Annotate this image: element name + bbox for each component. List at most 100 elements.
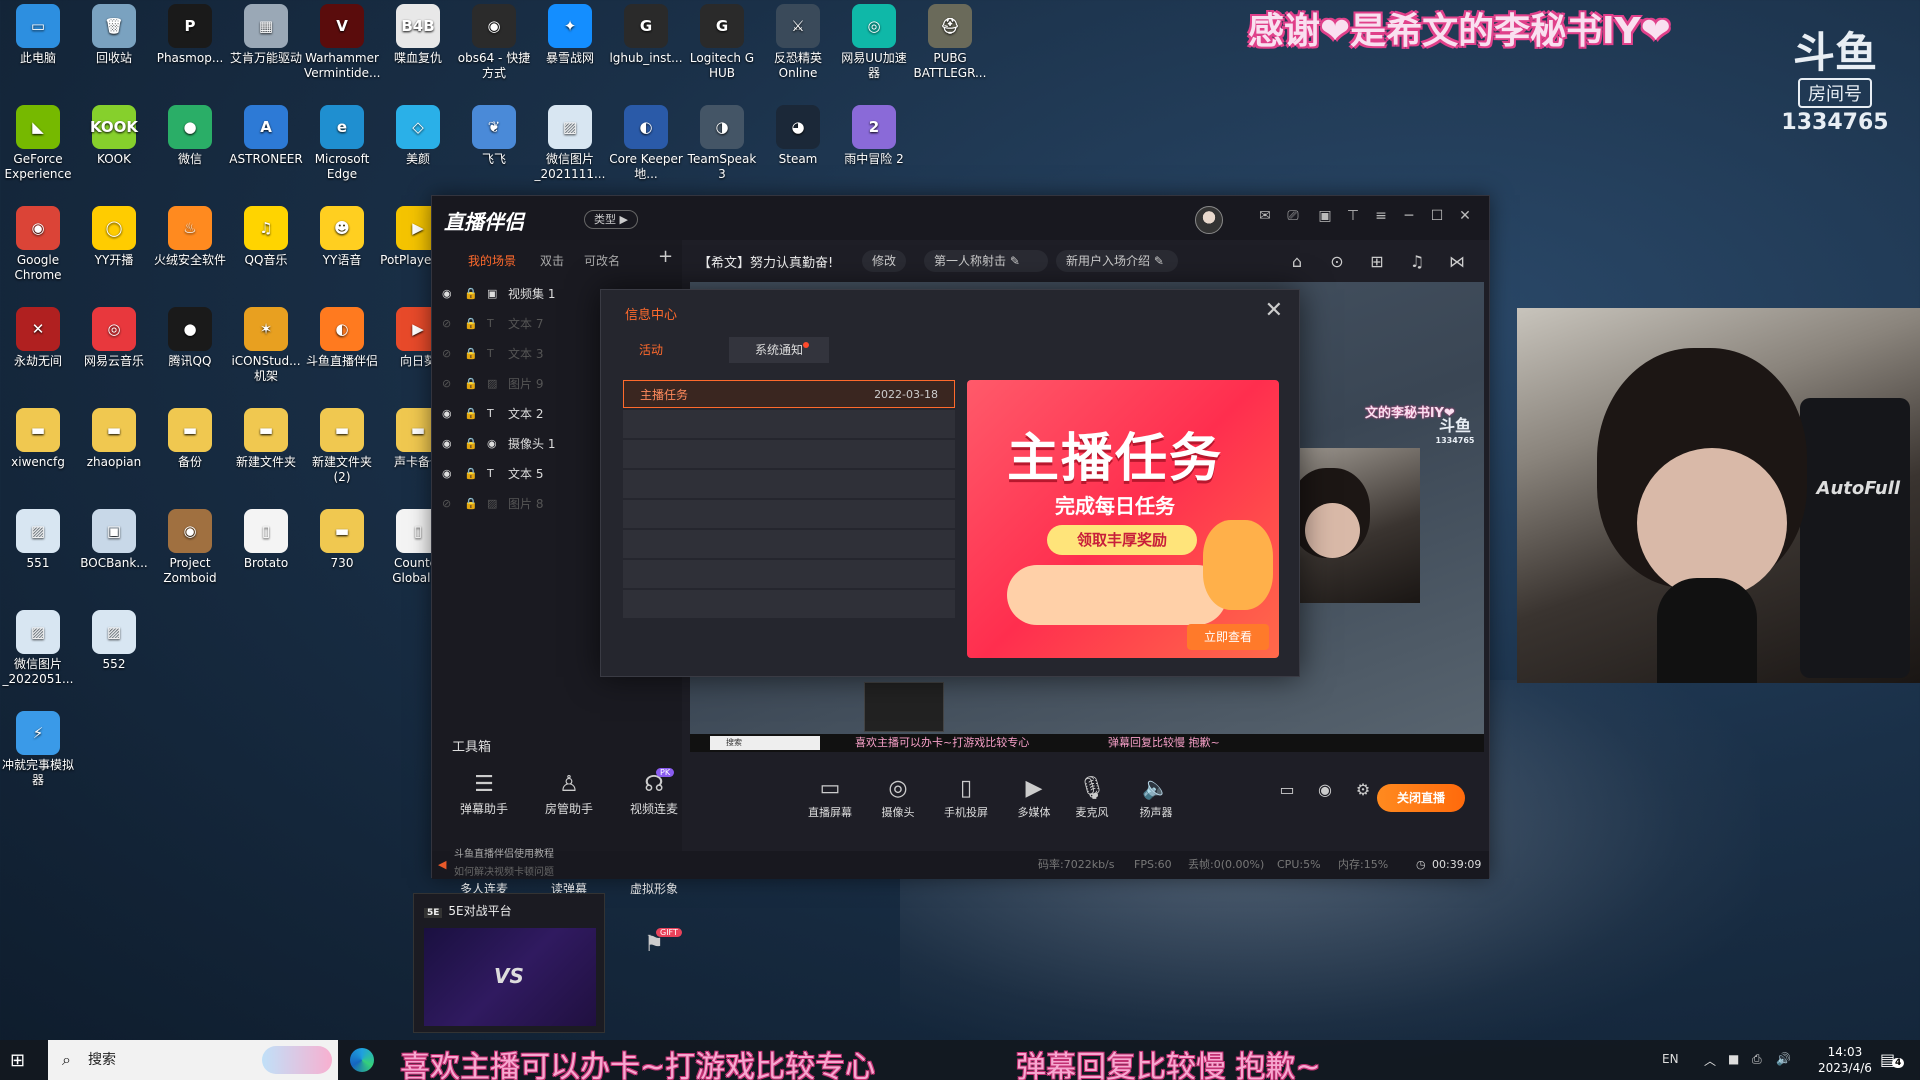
desktop-icon[interactable]: ▨ 551	[0, 505, 76, 571]
desktop-icon[interactable]: ⛑ PUBG BATTLEGR...	[912, 0, 988, 81]
taskbar-search[interactable]: ⌕ 搜索	[48, 1040, 338, 1080]
desktop-icon[interactable]: ◎ 网易UU加速器	[836, 0, 912, 81]
desktop-icon[interactable]: ◯ YY开播	[76, 202, 152, 268]
desktop-icon[interactable]: ♫ QQ音乐	[228, 202, 304, 268]
window-control-icon[interactable]: ≡	[1370, 208, 1392, 224]
control-icon[interactable]: ⚙	[1352, 780, 1374, 799]
lock-icon[interactable]: 🔒	[464, 340, 478, 368]
desktop-icon[interactable]: ⚡ 冲就完事模拟器	[0, 707, 76, 788]
desktop-icon[interactable]: ◑ TeamSpeak 3	[684, 101, 760, 182]
eye-off-icon[interactable]: ⊘	[442, 370, 451, 398]
lock-icon[interactable]: 🔒	[464, 310, 478, 338]
desktop-icon[interactable]: ✕ 永劫无间	[0, 303, 76, 369]
add-scene-button[interactable]: +	[658, 246, 673, 267]
tab-double-click[interactable]: 双击	[540, 252, 564, 269]
desktop-icon[interactable]: ● 微信	[152, 101, 228, 167]
tray-icon[interactable]: ︿	[1704, 1052, 1716, 1069]
edge-taskbar-icon[interactable]	[350, 1048, 374, 1072]
desktop-icon[interactable]: KOOK KOOK	[76, 101, 152, 167]
window-control-icon[interactable]: ✕	[1454, 208, 1476, 224]
toolbar-icon[interactable]: ♫	[1406, 252, 1428, 271]
intro-pill[interactable]: 新用户入场介绍 ✎	[1056, 250, 1178, 272]
message-item[interactable]	[623, 500, 955, 528]
lock-icon[interactable]: 🔒	[464, 460, 478, 488]
message-item[interactable]	[623, 440, 955, 468]
desktop-icon[interactable]: ♨ 火绒安全软件	[152, 202, 228, 268]
desktop-icon[interactable]: B4B 喋血复仇	[380, 0, 456, 66]
taskbar-preview-popup[interactable]: 5E 5E对战平台 VS	[413, 893, 605, 1033]
desktop-icon[interactable]: ✶ iCONStud... 机架	[228, 303, 304, 384]
toolbox-tool[interactable]: ☰ 弹幕助手	[444, 770, 524, 817]
desktop-icon[interactable]: ❦ 飞飞	[456, 101, 532, 167]
desktop-icon[interactable]: ◉ Project Zomboid	[152, 505, 228, 586]
window-control-icon[interactable]: ⊤	[1342, 208, 1364, 224]
source-button[interactable]: ▯ 手机投屏	[936, 774, 996, 820]
desktop-icon[interactable]: ▯ Brotato	[228, 505, 304, 571]
toolbar-icon[interactable]: ⋈	[1446, 252, 1468, 271]
desktop-icon[interactable]: ☻ YY语音	[304, 202, 380, 268]
desktop-icon[interactable]: ▨ 微信图片_2022051...	[0, 606, 76, 687]
desktop-icon[interactable]: ▨ 微信图片_2021111...	[532, 101, 608, 182]
tab-system-notice[interactable]: 系统通知	[729, 337, 829, 363]
desktop-icon[interactable]: e Microsoft Edge	[304, 101, 380, 182]
eye-icon[interactable]: ◉	[442, 460, 452, 488]
desktop-icon[interactable]: ● 腾讯QQ	[152, 303, 228, 369]
language-indicator[interactable]: EN	[1662, 1052, 1679, 1066]
lock-icon[interactable]: 🔒	[464, 490, 478, 518]
toolbox-tool[interactable]: ⚑ GIFT	[614, 928, 694, 960]
eye-icon[interactable]: ◉	[442, 280, 452, 308]
user-avatar[interactable]	[1195, 206, 1223, 234]
desktop-icon[interactable]: G Logitech G HUB	[684, 0, 760, 81]
window-control-icon[interactable]: ✉	[1254, 208, 1276, 224]
message-item[interactable]	[623, 410, 955, 438]
desktop-icon[interactable]: ✦ 暴雪战网	[532, 0, 608, 66]
tab-my-scenes[interactable]: 我的场景	[468, 252, 516, 269]
toolbar-icon[interactable]: ⊞	[1366, 252, 1388, 271]
toolbox-tool[interactable]: ♙ 房管助手	[529, 770, 609, 817]
message-item[interactable]: 主播任务 2022-03-18	[623, 380, 955, 408]
desktop-icon[interactable]: ◐ Core Keeper 地...	[608, 101, 684, 182]
window-control-icon[interactable]: ⎚	[1282, 208, 1304, 224]
desktop-icon[interactable]: ▦ 艾肯万能驱动	[228, 0, 304, 66]
control-icon[interactable]: ▭	[1276, 780, 1298, 799]
stop-live-button[interactable]: 关闭直播	[1377, 784, 1465, 812]
tray-icon[interactable]: 🔊	[1776, 1052, 1791, 1066]
source-button[interactable]: ▶ 多媒体	[1004, 774, 1064, 820]
window-control-icon[interactable]: ☐	[1426, 208, 1448, 224]
edit-title-button[interactable]: 修改	[862, 250, 907, 272]
message-item[interactable]	[623, 530, 955, 558]
tab-activity[interactable]: 活动	[601, 337, 701, 363]
eye-icon[interactable]: ◉	[442, 400, 452, 428]
view-now-button[interactable]: 立即查看	[1187, 624, 1269, 650]
desktop-icon[interactable]: Glghub_inst...	[608, 0, 684, 66]
toolbox-tool[interactable]: ☊ PK 视频连麦	[614, 768, 694, 817]
desktop-icon[interactable]: ▭ 此电脑	[0, 0, 76, 66]
task-banner[interactable]: 主播任务 完成每日任务 领取丰厚奖励 立即查看	[967, 380, 1279, 658]
desktop-icon[interactable]: ◉ obs64 - 快捷方式	[456, 0, 532, 81]
desktop-icon[interactable]: ▬ 新建文件夹 (2)	[304, 404, 380, 485]
source-button[interactable]: 🔈 扬声器	[1126, 774, 1186, 820]
app-titlebar[interactable]: 直播伴侣 类型 ▶ ✉ ⎚ ▣ ⊤ ≡ ─ ☐ ✕	[432, 196, 1489, 240]
desktop-icon[interactable]: ◐ 斗鱼直播伴侣	[304, 303, 380, 369]
lock-icon[interactable]: 🔒	[464, 280, 478, 308]
eye-off-icon[interactable]: ⊘	[442, 490, 451, 518]
message-item[interactable]	[623, 590, 955, 618]
notification-icon[interactable]: ▤ 4	[1880, 1050, 1905, 1069]
eye-icon[interactable]: ◉	[442, 430, 452, 458]
desktop-icon[interactable]: ▬ 备份	[152, 404, 228, 470]
tab-rename[interactable]: 可改名	[584, 252, 620, 269]
desktop-icon[interactable]: ▨ 552	[76, 606, 152, 672]
window-control-icon[interactable]: ▣	[1314, 208, 1336, 224]
desktop-icon[interactable]: ▬ 新建文件夹	[228, 404, 304, 470]
lock-icon[interactable]: 🔒	[464, 370, 478, 398]
desktop-icon[interactable]: V Warhammer Vermintide...	[304, 0, 381, 81]
eye-off-icon[interactable]: ⊘	[442, 310, 451, 338]
tray-icon[interactable]: ■	[1728, 1052, 1739, 1066]
control-icon[interactable]: ◉	[1314, 780, 1336, 799]
close-icon[interactable]: ✕	[1265, 298, 1283, 323]
desktop-icon[interactable]: A ASTRONEER	[228, 101, 304, 167]
desktop-icon[interactable]: ◇ 美颜	[380, 101, 456, 167]
category-pill[interactable]: 第一人称射击 ✎	[924, 250, 1048, 272]
tray-icon[interactable]: ⎙	[1752, 1052, 1762, 1067]
desktop-icon[interactable]: ◉ Google Chrome	[0, 202, 76, 283]
